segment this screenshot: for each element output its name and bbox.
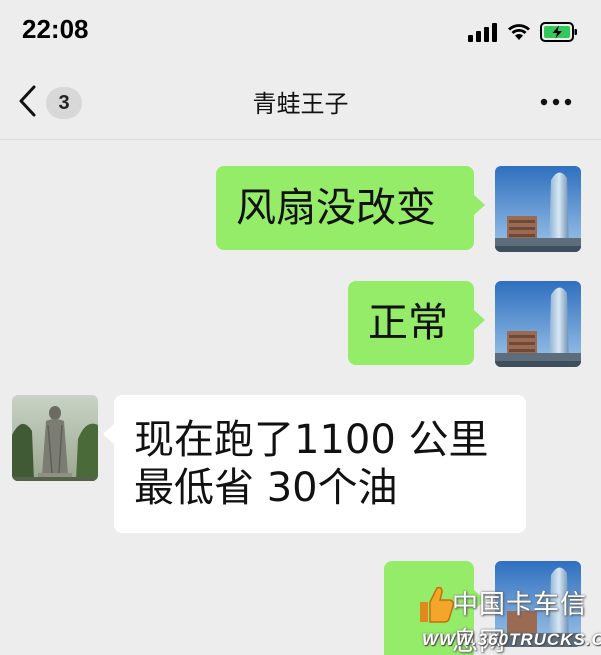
signal-icon [468, 23, 497, 42]
avatar[interactable] [495, 281, 581, 367]
status-bar: 22:08 [0, 0, 601, 62]
site-watermark: 中国卡车信息网 WWW.360TRUCKS.CN [408, 578, 601, 655]
message-bubble-outgoing[interactable]: 风扇没改变 [216, 166, 485, 250]
building-avatar [495, 166, 581, 252]
watermark-en-text: WWW.360TRUCKS.CN [422, 630, 601, 649]
message-text: 风扇没改变 [236, 185, 436, 231]
message-bubble-incoming[interactable]: 现在跑了1100 公里 最低省 30个油 [103, 395, 526, 533]
message-bubble-outgoing[interactable]: 正常 [348, 281, 485, 365]
wifi-icon [508, 24, 530, 40]
avatar[interactable] [495, 166, 581, 252]
message-text-line: 现在跑了1100 公里 [134, 417, 489, 463]
avatar[interactable] [12, 395, 98, 481]
message-text-line: 最低省 30个油 [134, 465, 398, 511]
status-time: 22:08 [22, 14, 89, 44]
chat-header: 3 青蛙王子 [0, 62, 601, 140]
building-avatar [495, 281, 581, 367]
more-dots-icon[interactable] [538, 92, 574, 112]
message-text: 正常 [368, 300, 448, 346]
battery-charging-icon [540, 22, 577, 42]
thumbs-up-icon [420, 586, 454, 623]
statue-avatar [12, 395, 98, 481]
chat-title: 青蛙王子 [252, 90, 349, 118]
